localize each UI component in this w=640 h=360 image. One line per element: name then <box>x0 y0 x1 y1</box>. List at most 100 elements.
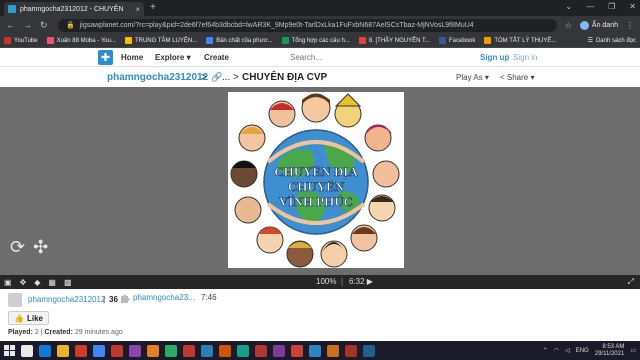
chrome-icon[interactable] <box>93 344 105 357</box>
search-taskbar-icon[interactable] <box>21 344 33 357</box>
lock-icon[interactable]: 🔒 <box>66 21 75 29</box>
window-controls: ⌄ — ❐ ✕ <box>565 2 636 11</box>
bookmark-label: Bản chất của phươ... <box>216 37 273 44</box>
bookmark-xuan88[interactable]: Xuân 88 Moba - You... <box>46 37 116 44</box>
game-app-icon[interactable] <box>363 344 375 357</box>
language-indicator[interactable]: ENG <box>576 348 589 354</box>
bookmark-tong-hop[interactable]: Tổng hợp các câu h... <box>281 37 350 44</box>
bookmark-label: 8. [THẦY NGUYỄN T... <box>368 37 430 44</box>
site-header: ✚ Home Explore ▾ Create Sign up | Sign i… <box>0 48 640 67</box>
star-icon[interactable]: ☆ <box>565 21 572 30</box>
game-app-icon[interactable] <box>147 344 159 357</box>
bookmark-label: Facebook <box>448 37 476 44</box>
bookmark-tom-tat[interactable]: TÓM TẮT LÝ THUYẾ... <box>484 37 556 44</box>
timer-play-button[interactable]: 6:32 ▶ <box>349 277 373 286</box>
avatar[interactable] <box>8 293 22 307</box>
address-bar-row: ← → ↻ 🔒 jigsawplanet.com/?rc=play&pid=2d… <box>0 16 640 34</box>
game-app-icon[interactable] <box>129 344 141 357</box>
best-time-user-link[interactable]: phamngocha23... <box>133 293 195 302</box>
menu-icon[interactable]: ⋮ <box>626 21 634 30</box>
bookmark-thay-nguyen[interactable]: 8. [THẦY NGUYỄN T... <box>358 37 430 44</box>
bookmark-ban-chat[interactable]: Bản chất của phươ... <box>206 37 273 44</box>
sign-in-link[interactable]: Sign in <box>513 53 537 62</box>
incognito-profile-button[interactable]: Ẩn danh <box>579 20 618 30</box>
best-time: 7:46 <box>201 293 217 302</box>
notifications-icon[interactable]: ▭ <box>630 347 636 354</box>
game-app-icon[interactable] <box>165 344 177 357</box>
puzzle-stage[interactable]: CHUYÊN ĐỊA CHUYÊN VĨNH PHÚC ⟳ ✣ <box>0 87 640 275</box>
close-tab-icon[interactable]: × <box>135 5 140 14</box>
game-app-icon[interactable] <box>111 344 123 357</box>
game-app-icon[interactable] <box>201 344 213 357</box>
puzzle-piece-icon <box>121 294 130 303</box>
author-link[interactable]: phamngocha2312012 <box>28 295 105 304</box>
volume-icon[interactable]: ◁ <box>565 347 570 354</box>
shuffle-icon[interactable]: ⟳ <box>10 237 25 258</box>
browser-tab-bar: phamngocha2312012 - CHUYÊN × + ⌄ — ❐ ✕ <box>0 0 640 16</box>
reading-list-button[interactable]: ☰ Danh sách đọc <box>588 37 636 45</box>
progress-percent: 100% <box>316 277 337 286</box>
app-icon[interactable] <box>75 344 87 357</box>
background-color-icon[interactable]: ▩ <box>64 278 72 287</box>
clock[interactable]: 8:53 AM 29/11/2021 <box>595 344 625 358</box>
game-app-icon[interactable] <box>237 344 249 357</box>
reload-button[interactable]: ↻ <box>40 20 48 31</box>
bookmark-trung-tam[interactable]: TRUNG TÂM LUYỆN... <box>124 37 198 44</box>
tray-chevron-icon[interactable]: ⌃ <box>543 347 548 354</box>
scatter-icon[interactable]: ✣ <box>33 237 48 258</box>
game-app-icon[interactable] <box>183 344 195 357</box>
bookmark-youtube[interactable]: YouTube <box>4 37 38 44</box>
bookmark-label: TRUNG TÂM LUYỆN... <box>134 37 198 44</box>
puzzle-image[interactable]: CHUYÊN ĐỊA CHUYÊN VĨNH PHÚC <box>228 92 404 268</box>
link-icon[interactable]: 🔗 <box>211 72 222 83</box>
game-app-icon[interactable] <box>273 344 285 357</box>
url-field[interactable]: 🔒 jigsawplanet.com/?rc=play&pid=2de6f7ef… <box>58 18 557 32</box>
game-app-icon[interactable] <box>255 344 267 357</box>
ghost-image-icon[interactable]: ◆ <box>34 278 40 287</box>
share-dropdown[interactable]: < Share ▾ <box>500 73 534 82</box>
fullscreen-icon[interactable]: ⤢ <box>628 277 634 287</box>
browser-tab[interactable]: phamngocha2312012 - CHUYÊN × <box>4 2 144 16</box>
search-input[interactable] <box>290 51 465 63</box>
nav-home-link[interactable]: Home <box>121 53 143 62</box>
file-explorer-icon[interactable] <box>57 344 69 357</box>
played-label: Played: <box>8 329 33 336</box>
nav-explore-dropdown[interactable]: Explore ▾ <box>155 53 191 62</box>
back-button[interactable]: ← <box>6 20 15 31</box>
nav-create-link[interactable]: Create <box>204 53 229 62</box>
close-window-button[interactable]: ✕ <box>629 2 636 11</box>
minimize-button[interactable]: — <box>586 2 594 11</box>
preview-image-icon[interactable]: ▣ <box>4 278 12 287</box>
game-app-icon[interactable] <box>219 344 231 357</box>
auth-divider: | <box>507 53 510 62</box>
maximize-button[interactable]: ❐ <box>608 2 615 11</box>
edges-only-icon[interactable]: ▦ <box>48 278 56 287</box>
forward-button[interactable]: → <box>23 20 32 31</box>
play-as-dropdown[interactable]: Play As ▾ <box>456 73 489 82</box>
game-app-icon[interactable] <box>345 344 357 357</box>
windows-start-icon[interactable] <box>4 345 15 356</box>
breadcrumb-ellipsis[interactable]: ... <box>222 72 230 83</box>
bookmark-label: TÓM TẮT LÝ THUYẾ... <box>494 37 557 44</box>
like-button[interactable]: 👍 Like <box>8 311 49 325</box>
new-tab-button[interactable]: + <box>150 2 156 13</box>
created-label: Created: <box>44 329 73 336</box>
breadcrumb-user-link[interactable]: phamngocha2312012 <box>107 72 208 83</box>
bookmark-icon <box>124 37 132 44</box>
info-separator: | <box>103 295 106 304</box>
scatter-pieces-icon[interactable]: ✥ <box>20 278 27 287</box>
game-app-icon[interactable] <box>291 344 303 357</box>
task-view-icon[interactable] <box>39 344 51 357</box>
facebook-icon <box>438 37 446 44</box>
jigsaw-planet-logo-icon[interactable]: ✚ <box>98 50 113 65</box>
page-title: CHUYÊN ĐỊA CVP <box>242 72 328 83</box>
sign-up-link[interactable]: Sign up <box>480 53 509 62</box>
reading-list-label: Danh sách đọc <box>595 37 636 44</box>
bookmark-facebook[interactable]: Facebook <box>438 37 476 44</box>
game-app-icon[interactable] <box>327 344 339 357</box>
tab-search-icon[interactable]: ⌄ <box>565 2 572 11</box>
created-value: 29 minutes ago <box>74 329 123 336</box>
wifi-icon[interactable]: ◠ <box>554 347 559 354</box>
like-label: Like <box>26 313 43 323</box>
game-app-icon[interactable] <box>309 344 321 357</box>
